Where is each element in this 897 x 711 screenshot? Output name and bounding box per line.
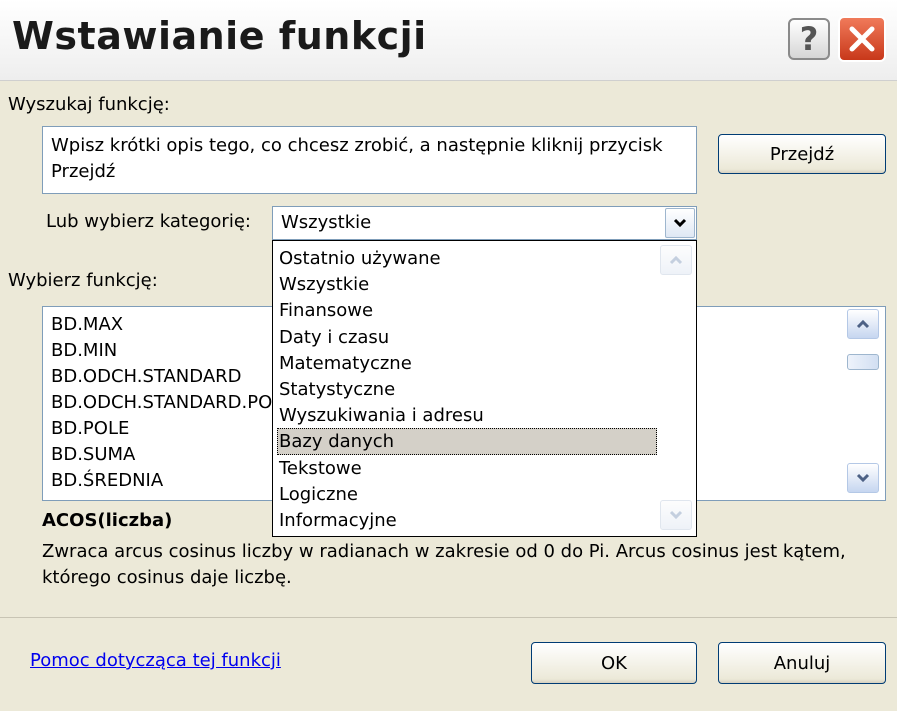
category-dropdown-button[interactable] (665, 208, 695, 238)
category-selected-value: Wszystkie (281, 212, 372, 233)
scroll-up-button[interactable] (847, 309, 879, 339)
search-label: Wyszukaj funkcję: (8, 94, 170, 115)
functions-label: Wybierz funkcję: (8, 270, 158, 291)
function-item[interactable]: BD.ODCH.STANDARD (51, 363, 306, 389)
chevron-up-icon (669, 255, 683, 265)
category-option[interactable]: Ostatnio używane (277, 245, 657, 271)
function-item[interactable]: BD.MAX (51, 311, 306, 337)
close-icon (849, 26, 875, 52)
category-option-highlighted[interactable]: Bazy danych (277, 428, 657, 455)
function-signature: ACOS(liczba) (42, 510, 173, 531)
chevron-up-icon (856, 319, 870, 329)
function-list-items: BD.MAX BD.MIN BD.ODCH.STANDARD BD.ODCH.S… (51, 311, 306, 493)
chevron-down-icon (856, 473, 870, 483)
category-dropdown-list[interactable]: Ostatnio używane Wszystkie Finansowe Dat… (272, 240, 697, 537)
category-option[interactable]: Finansowe (277, 297, 657, 323)
go-button-label: Przejdź (769, 143, 835, 165)
function-item[interactable]: BD.ODCH.STANDARD.POPUL (51, 389, 306, 415)
category-select[interactable]: Wszystkie (272, 206, 697, 240)
dropdown-scrollbar[interactable] (658, 245, 694, 532)
scroll-down-button[interactable] (847, 463, 879, 493)
help-link[interactable]: Pomoc dotycząca tej funkcji (30, 650, 281, 671)
category-option[interactable]: Wszystkie (277, 271, 657, 297)
category-option[interactable]: Matematyczne (277, 350, 657, 376)
function-list-scrollbar[interactable] (845, 309, 883, 497)
help-button[interactable]: ? (788, 18, 830, 60)
help-icon: ? (799, 20, 819, 58)
category-option[interactable]: Logiczne (277, 481, 657, 507)
title-bar[interactable]: Wstawianie funkcji ? (0, 0, 897, 81)
function-description: Zwraca arcus cosinus liczby w radianach … (42, 541, 846, 588)
dropdown-scroll-up-button[interactable] (660, 245, 692, 275)
search-input[interactable]: Wpisz krótki opis tego, co chcesz zrobić… (42, 126, 697, 194)
category-options: Ostatnio używane Wszystkie Finansowe Dat… (277, 245, 657, 533)
cancel-button-label: Anuluj (773, 652, 831, 674)
dropdown-scroll-down-button[interactable] (660, 500, 692, 530)
ok-button-label: OK (601, 652, 627, 674)
cancel-button[interactable]: Anuluj (718, 642, 886, 684)
chevron-down-icon (673, 218, 687, 228)
dialog-body: Wyszukaj funkcję: Wpisz krótki opis tego… (0, 80, 897, 711)
function-item[interactable]: BD.MIN (51, 337, 306, 363)
go-button[interactable]: Przejdź (718, 134, 886, 174)
category-option[interactable]: Daty i czasu (277, 324, 657, 350)
function-item[interactable]: BD.SUMA (51, 441, 306, 467)
close-button[interactable] (838, 16, 886, 62)
ok-button[interactable]: OK (531, 642, 697, 684)
window-title: Wstawianie funkcji (12, 14, 427, 58)
chevron-down-icon (669, 510, 683, 520)
category-option[interactable]: Informacyjne (277, 507, 657, 533)
function-item[interactable]: BD.POLE (51, 415, 306, 441)
category-label: Lub wybierz kategorię: (46, 211, 251, 232)
divider (0, 617, 897, 618)
scroll-thumb[interactable] (847, 354, 879, 370)
category-option[interactable]: Wyszukiwania i adresu (277, 402, 657, 428)
category-option[interactable]: Statystyczne (277, 376, 657, 402)
category-option[interactable]: Tekstowe (277, 455, 657, 481)
function-item[interactable]: BD.ŚREDNIA (51, 467, 306, 493)
